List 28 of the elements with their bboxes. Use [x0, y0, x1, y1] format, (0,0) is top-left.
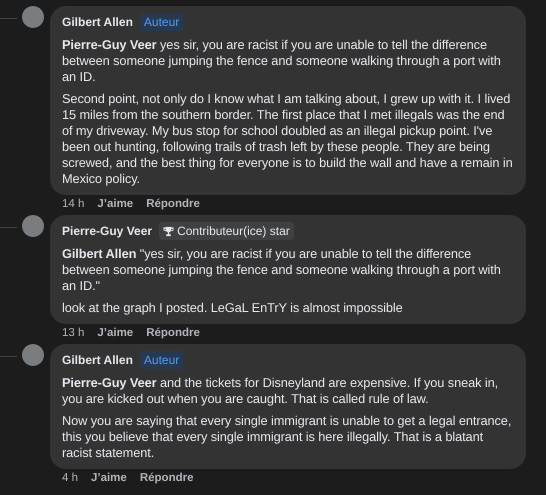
author-name[interactable]: Pierre-Guy Veer	[62, 224, 152, 238]
comment-text: look at the graph I posted. LeGaL EnTrY is almost impossible	[62, 300, 404, 316]
author-name[interactable]: Gilbert Allen	[62, 15, 133, 29]
thread-line	[0, 18, 17, 19]
comment-text: Gilbert Allen "yes sir, you are racist if you are unable to tell the difference between someone jumping the fence and someone walking through a port with an ID."	[62, 246, 502, 294]
comment-time[interactable]: 14 h	[62, 198, 84, 210]
author-name[interactable]: Gilbert Allen	[62, 353, 133, 367]
comment-text: Second point, not only do I know what I am talking about, I grew up with it. I lived 15 miles from the southern border. The first place that I met illegals was the end of my driveway. My bus stop for school doubled as an illegal pickup point. I've been out hunting, following trails of trash left by these people. They are being screwed, and the best thing for everyone is to build the wall and have a remain in Mexico policy.	[62, 91, 514, 187]
like-link[interactable]: J’aime	[97, 198, 134, 210]
comment-text: Now you are saying that every single immigrant is unable to get a legal entrance, this you believe that every single immigrant is here illegally. That is a blatant racist statement.	[62, 413, 512, 461]
trophy-icon	[163, 226, 174, 236]
badge-label: Contributeur(ice) star	[177, 224, 290, 238]
reply-link[interactable]: Répondre	[140, 472, 194, 484]
badge-label: Auteur	[144, 15, 180, 29]
reply-link[interactable]: Répondre	[146, 198, 200, 210]
comment-text: Pierre-Guy Veer and the tickets for Disneyland are expensive. If you sneak in, you are kicked out when you are caught. That is called rule of law.	[62, 375, 500, 407]
comment-text: Pierre-Guy Veer yes sir, you are racist if you are unable to tell the difference between someone jumping the fence and someone walking through a port with an ID.	[62, 37, 502, 85]
like-link[interactable]: J’aime	[97, 327, 134, 339]
comment-time[interactable]: 4 h	[62, 472, 78, 484]
thread-line	[0, 227, 17, 228]
avatar[interactable]	[22, 215, 44, 237]
badge-label: Auteur	[144, 353, 180, 367]
thread-line	[0, 356, 17, 357]
avatar[interactable]	[22, 344, 44, 366]
like-link[interactable]: J’aime	[91, 472, 127, 484]
reply-link[interactable]: Répondre	[146, 327, 200, 339]
avatar[interactable]	[22, 6, 44, 28]
comment-time[interactable]: 13 h	[62, 327, 84, 339]
